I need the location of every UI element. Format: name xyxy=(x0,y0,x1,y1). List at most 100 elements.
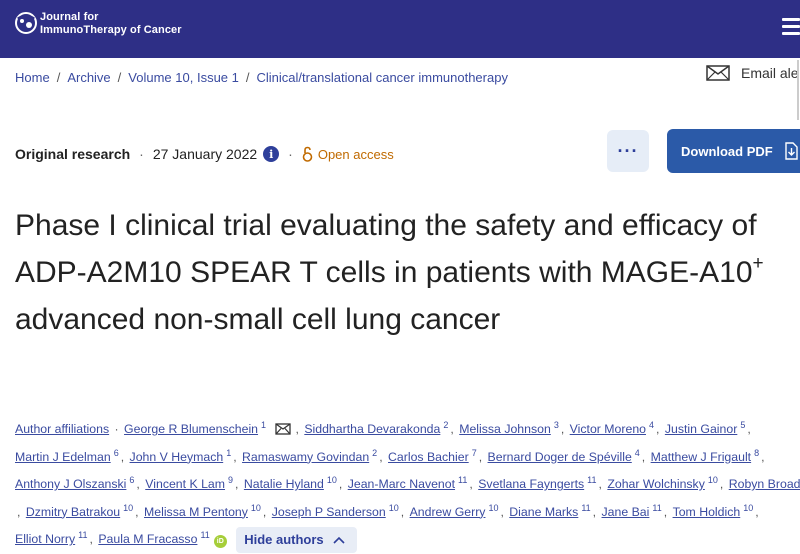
affiliation-number[interactable]: 4 xyxy=(635,448,640,458)
author-separator: , xyxy=(755,504,759,519)
author-link[interactable]: Robyn Broad xyxy=(729,477,800,491)
author-separator: , xyxy=(761,449,765,464)
affiliation-number[interactable]: 11 xyxy=(587,475,596,485)
author-separator: , xyxy=(89,532,97,546)
affiliation-number[interactable]: 11 xyxy=(200,530,209,540)
affiliation-number[interactable]: 3 xyxy=(554,420,559,430)
author-link[interactable]: Melissa M Pentony xyxy=(144,505,248,519)
affiliation-number[interactable]: 10 xyxy=(389,503,399,513)
affiliation-number[interactable]: 10 xyxy=(327,475,337,485)
affiliation-number[interactable]: 7 xyxy=(472,448,477,458)
author-separator: , xyxy=(560,422,568,436)
breadcrumb-separator: / xyxy=(117,70,122,85)
article-title-main: Phase I clinical trial evaluating the sa… xyxy=(15,209,757,289)
author-link[interactable]: Martin J Edelman xyxy=(15,450,111,464)
affiliation-number[interactable]: 11 xyxy=(78,530,87,540)
author-link[interactable]: Natalie Hyland xyxy=(244,477,324,491)
author-link[interactable]: Zohar Wolchinsky xyxy=(607,477,705,491)
affiliation-number[interactable]: 1 xyxy=(261,420,266,430)
author-link[interactable]: Victor Moreno xyxy=(570,422,646,436)
affiliation-number[interactable]: 6 xyxy=(129,475,134,485)
site-header: Journal for ImmunoTherapy of Cancer xyxy=(0,0,800,58)
affiliation-number[interactable]: 9 xyxy=(228,475,233,485)
journal-logo-icon[interactable] xyxy=(12,9,40,37)
author-link[interactable]: Anthony J Olszanski xyxy=(15,477,126,491)
author-link[interactable]: Matthew J Frigault xyxy=(651,450,751,464)
author-link[interactable]: Carlos Bachier xyxy=(388,450,469,464)
affiliation-number[interactable]: 11 xyxy=(652,503,661,513)
author-separator: · xyxy=(111,422,123,436)
author-link[interactable]: Joseph P Sanderson xyxy=(272,505,386,519)
corresponding-author-mail-icon[interactable] xyxy=(275,423,292,435)
journal-name-line1: Journal for xyxy=(40,11,99,23)
author-link[interactable]: Svetlana Fayngerts xyxy=(478,477,584,491)
affiliation-number[interactable]: 10 xyxy=(251,503,261,513)
author-link[interactable]: Diane Marks xyxy=(509,505,578,519)
open-access-lock-icon xyxy=(302,146,313,162)
author-link[interactable]: Paula M Fracasso xyxy=(98,532,197,546)
author-separator: , xyxy=(233,449,241,464)
orcid-icon[interactable]: iD xyxy=(213,535,227,549)
author-link[interactable]: Jane Bai xyxy=(602,505,650,519)
breadcrumb-separator: / xyxy=(56,70,61,85)
article-title: Phase I clinical trial evaluating the sa… xyxy=(15,202,785,343)
author-link[interactable]: Tom Holdich xyxy=(673,505,741,519)
divider xyxy=(797,60,799,120)
author-link[interactable]: Jean-Marc Navenot xyxy=(348,477,455,491)
email-alerts-link[interactable]: Email ale xyxy=(706,65,799,81)
author-link[interactable]: Melissa Johnson xyxy=(459,422,551,436)
affiliation-number[interactable]: 5 xyxy=(740,420,745,430)
author-link[interactable]: John V Heymach xyxy=(130,450,224,464)
author-separator: , xyxy=(719,477,727,491)
affiliation-number[interactable]: 2 xyxy=(443,420,448,430)
affiliation-number[interactable]: 10 xyxy=(743,503,753,513)
breadcrumb-issue[interactable]: Volume 10, Issue 1 xyxy=(128,70,239,85)
affiliation-number[interactable]: 2 xyxy=(372,448,377,458)
affiliation-number[interactable]: 10 xyxy=(488,503,498,513)
author-separator: , xyxy=(17,504,24,519)
author-link[interactable]: Siddhartha Devarakonda xyxy=(304,422,440,436)
open-access-label: Open access xyxy=(317,146,394,162)
download-pdf-button[interactable]: Download PDF xyxy=(667,129,800,173)
author-affiliations-link[interactable]: Author affiliations xyxy=(15,422,109,436)
affiliation-number[interactable]: 8 xyxy=(754,448,759,458)
author-separator: , xyxy=(135,504,143,519)
hide-authors-button[interactable]: Hide authors xyxy=(236,526,357,553)
author-link[interactable]: Elliot Norry xyxy=(15,532,75,546)
info-icon[interactable]: i xyxy=(263,146,280,162)
author-separator: , xyxy=(598,477,606,491)
author-separator: , xyxy=(136,477,144,491)
affiliation-number[interactable]: 10 xyxy=(123,503,133,513)
meta-separator: · xyxy=(288,146,293,162)
author-link[interactable]: Ramaswamy Govindan xyxy=(242,450,369,464)
author-link[interactable]: Vincent K Lam xyxy=(145,477,225,491)
author-separator: , xyxy=(379,449,387,464)
article-meta: Original research · 27 January 2022 i · … xyxy=(15,146,394,162)
affiliation-number[interactable]: 11 xyxy=(581,503,590,513)
article-title-rest: advanced non-small cell lung cancer xyxy=(15,303,501,336)
affiliation-number[interactable]: 4 xyxy=(649,420,654,430)
author-link[interactable]: Justin Gainor xyxy=(665,422,737,436)
breadcrumb-section[interactable]: Clinical/translational cancer immunother… xyxy=(257,70,508,85)
author-separator: , xyxy=(338,477,346,491)
breadcrumb-separator: / xyxy=(245,70,250,85)
article-type: Original research xyxy=(15,146,131,162)
breadcrumb-home[interactable]: Home xyxy=(15,70,50,85)
author-link[interactable]: Dzmitry Batrakou xyxy=(26,505,120,519)
affiliation-number[interactable]: 1 xyxy=(226,448,231,458)
download-pdf-label: Download PDF xyxy=(681,143,773,159)
author-link[interactable]: Bernard Doger de Spéville xyxy=(488,450,632,464)
author-separator: , xyxy=(235,477,242,491)
author-link[interactable]: Andrew Gerry xyxy=(410,505,486,519)
author-link[interactable]: George R Blumenschein xyxy=(124,422,258,436)
hamburger-menu-icon[interactable] xyxy=(782,18,800,38)
author-separator: , xyxy=(120,449,128,464)
affiliation-number[interactable]: 6 xyxy=(114,448,119,458)
journal-name[interactable]: Journal for ImmunoTherapy of Cancer xyxy=(40,11,182,37)
publication-date: 27 January 2022 xyxy=(152,146,258,162)
more-options-button[interactable]: ··· xyxy=(607,130,649,172)
affiliation-number[interactable]: 10 xyxy=(708,475,718,485)
author-separator: , xyxy=(656,422,663,436)
breadcrumb-archive[interactable]: Archive xyxy=(67,70,110,85)
affiliation-number[interactable]: 11 xyxy=(458,475,467,485)
